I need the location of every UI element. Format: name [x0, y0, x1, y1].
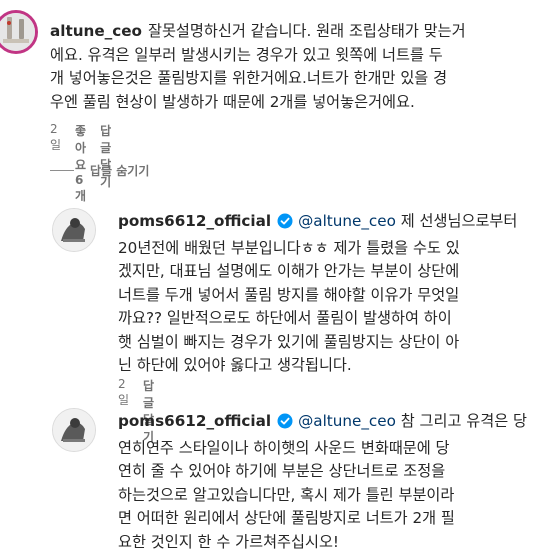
avatar[interactable]: [52, 408, 96, 452]
comment-body: 제 선생님으로부터 20년전에 배웠던 부분입니다ㅎㅎ 제가 틀렸을 수도 있 …: [118, 212, 518, 374]
avatar[interactable]: [52, 208, 96, 252]
username[interactable]: altune_ceo: [50, 22, 142, 40]
comment-text: poms6612_official @altune_ceo 참 그리고 유격은 당…: [118, 410, 558, 554]
comment-body: 참 그리고 유격은 당 연히연주 스타일이나 하이햇의 사운드 변화때문에 당 …: [118, 412, 528, 551]
username[interactable]: poms6612_official: [118, 412, 271, 430]
verified-badge-icon: [277, 213, 293, 237]
mention-link[interactable]: @altune_ceo: [298, 212, 396, 230]
mention-link[interactable]: @altune_ceo: [298, 412, 396, 430]
username[interactable]: poms6612_official: [118, 212, 271, 230]
verified-badge-icon: [277, 413, 293, 437]
comment-text: altune_ceo 잘못설명하신거 같습니다. 원래 조립상태가 맞는거 에요.…: [50, 20, 555, 114]
avatar[interactable]: [0, 10, 38, 54]
divider: [50, 170, 74, 171]
hide-replies-button[interactable]: 답글 숨기기: [50, 162, 149, 179]
comment-text: poms6612_official @altune_ceo 제 선생님으로부터 2…: [118, 210, 558, 378]
hide-replies-label: 답글 숨기기: [90, 164, 150, 178]
